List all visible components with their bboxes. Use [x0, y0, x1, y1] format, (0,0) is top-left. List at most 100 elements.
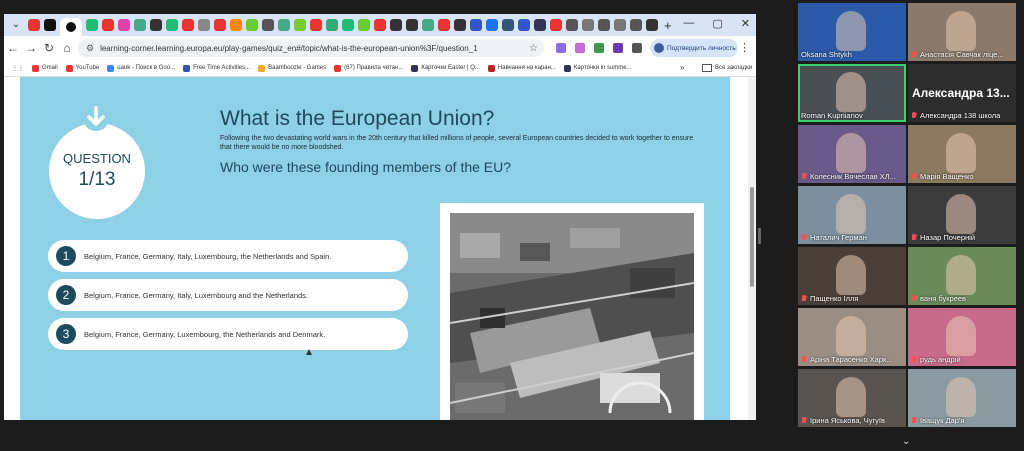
home-icon[interactable]: ⌂ — [58, 41, 76, 55]
browser-tab[interactable] — [326, 19, 338, 31]
mic-off-icon — [911, 294, 917, 303]
browser-tab[interactable] — [294, 19, 306, 31]
answer-option-2[interactable]: 2 Belgium, France, Germany, Italy, Luxem… — [48, 279, 408, 311]
minimize-icon[interactable]: — — [683, 17, 694, 30]
scrollbar-thumb[interactable] — [750, 187, 754, 287]
extension-icon[interactable] — [613, 43, 623, 53]
browser-tab[interactable] — [134, 19, 146, 31]
bookmark-item[interactable]: Карточки Easter | Q... — [411, 64, 480, 72]
page-scrollbar[interactable] — [748, 77, 756, 420]
participant-tile[interactable]: Назар Почерній — [908, 186, 1016, 244]
browser-tab[interactable] — [518, 19, 530, 31]
extension-icon[interactable] — [556, 43, 566, 53]
bookmark-item[interactable]: Baamboozle - Games — [258, 64, 326, 72]
chevron-down-icon[interactable]: ⌄ — [902, 436, 910, 447]
browser-tab[interactable] — [182, 19, 194, 31]
browser-tab[interactable] — [102, 19, 114, 31]
browser-tab[interactable] — [566, 19, 578, 31]
tab-search-icon[interactable]: ⌄ — [8, 17, 24, 33]
answer-number: 3 — [56, 324, 76, 344]
browser-tab[interactable] — [438, 19, 450, 31]
participant-tile[interactable]: Марія Ващенко — [908, 125, 1016, 183]
participant-tile[interactable]: Oksana Shtykh — [798, 3, 906, 61]
participant-tile[interactable]: Roman Kupriianov — [798, 64, 906, 122]
bookmark-star-icon[interactable]: ☆ — [529, 43, 538, 54]
browser-tab[interactable] — [582, 19, 594, 31]
apps-icon[interactable]: ⋮⋮ — [12, 65, 24, 72]
browser-tab[interactable] — [646, 19, 658, 31]
browser-tab[interactable] — [246, 19, 258, 31]
answer-option-1[interactable]: 1 Belgium, France, Germany, Italy, Luxem… — [48, 240, 408, 272]
participant-tile[interactable]: ваня букреев — [908, 247, 1016, 305]
browser-tab[interactable] — [198, 19, 210, 31]
site-info-icon[interactable]: ⚙ — [86, 43, 94, 54]
browser-tab[interactable] — [214, 19, 226, 31]
bookmarks-overflow-icon[interactable]: » — [680, 63, 684, 72]
browser-tab[interactable] — [630, 19, 642, 31]
extension-icon[interactable] — [594, 43, 604, 53]
participant-tile[interactable]: Іващук Дар'я — [908, 369, 1016, 427]
participant-tile[interactable]: Анастасія Савчак ліце... — [908, 3, 1016, 61]
browser-tab[interactable] — [44, 19, 56, 31]
browser-tab[interactable] — [342, 19, 354, 31]
answer-option-3[interactable]: 3 Belgium, France, Germany, Luxembourg, … — [48, 318, 408, 350]
puzzle-icon[interactable] — [632, 43, 642, 53]
browser-tab[interactable] — [310, 19, 322, 31]
verify-identity-button[interactable]: Подтвердить личность — [650, 39, 738, 57]
bookmark-item[interactable]: Навчання на каран... — [487, 64, 556, 72]
browser-tab[interactable] — [454, 19, 466, 31]
participant-label: Oksana Shtykh — [801, 50, 852, 59]
browser-tab[interactable] — [118, 19, 130, 31]
browser-tab[interactable] — [422, 19, 434, 31]
new-tab-button[interactable]: + — [664, 18, 672, 33]
browser-tab[interactable] — [150, 19, 162, 31]
back-icon[interactable]: ← — [4, 41, 22, 55]
menu-icon[interactable]: ⋮ — [739, 41, 750, 54]
browser-tab[interactable] — [278, 19, 290, 31]
browser-tab[interactable] — [534, 19, 546, 31]
browser-tab[interactable] — [60, 18, 82, 36]
browser-tab[interactable] — [358, 19, 370, 31]
participant-label: Назар Почерній — [911, 233, 975, 242]
browser-tab[interactable] — [406, 19, 418, 31]
bookmark-item[interactable]: Карточки in summe... — [563, 64, 632, 72]
avatar — [654, 43, 664, 53]
bookmark-label: Карточки Easter | Q... — [421, 65, 480, 71]
browser-tab[interactable] — [614, 19, 626, 31]
bookmark-item[interactable]: uauk - Поиск в Goo... — [107, 64, 175, 72]
bookmark-item[interactable]: (67) Правила читан... — [334, 64, 403, 72]
forward-icon[interactable]: → — [22, 41, 40, 55]
tab-list — [24, 14, 658, 36]
bookmark-item[interactable]: Free Time Activities... — [183, 64, 250, 72]
browser-tab[interactable] — [502, 19, 514, 31]
participant-tile[interactable]: Колесник Вячеслав ХЛ... — [798, 125, 906, 183]
browser-tab[interactable] — [374, 19, 386, 31]
browser-tab[interactable] — [230, 19, 242, 31]
participant-tile[interactable]: Ірина Яськова, Чугуїв — [798, 369, 906, 427]
all-bookmarks-button[interactable]: Все закладки — [702, 64, 752, 72]
browser-tab[interactable] — [598, 19, 610, 31]
participant-video — [946, 194, 976, 234]
participant-tile[interactable]: Аріна Тарасенко Харк... — [798, 308, 906, 366]
participant-tile[interactable]: Пащенко Ілля — [798, 247, 906, 305]
browser-tab[interactable] — [166, 19, 178, 31]
browser-tab[interactable] — [86, 19, 98, 31]
browser-tab[interactable] — [262, 19, 274, 31]
participant-tile[interactable]: рудь андрій — [908, 308, 1016, 366]
bookmark-item[interactable]: YouTube — [65, 64, 99, 72]
browser-tab[interactable] — [550, 19, 562, 31]
browser-tab[interactable] — [486, 19, 498, 31]
participant-tile[interactable]: Александра 13... Александра 138 школа — [908, 64, 1016, 122]
close-icon[interactable]: ✕ — [741, 17, 750, 30]
maximize-icon[interactable]: ▢ — [712, 17, 722, 30]
browser-tab[interactable] — [28, 19, 40, 31]
panel-resize-handle[interactable] — [758, 228, 761, 244]
bookmark-item[interactable]: Gmail — [32, 64, 58, 72]
browser-tab[interactable] — [390, 19, 402, 31]
address-bar[interactable]: ⚙ learning-corner.learning.europa.eu/pla… — [78, 39, 544, 57]
extension-icon[interactable] — [575, 43, 585, 53]
browser-tab[interactable] — [470, 19, 482, 31]
participant-tile[interactable]: Наталич Герман — [798, 186, 906, 244]
reload-icon[interactable]: ↻ — [40, 41, 58, 55]
toolbar: ← → ↻ ⌂ ⚙ learning-corner.learning.europ… — [4, 36, 756, 60]
